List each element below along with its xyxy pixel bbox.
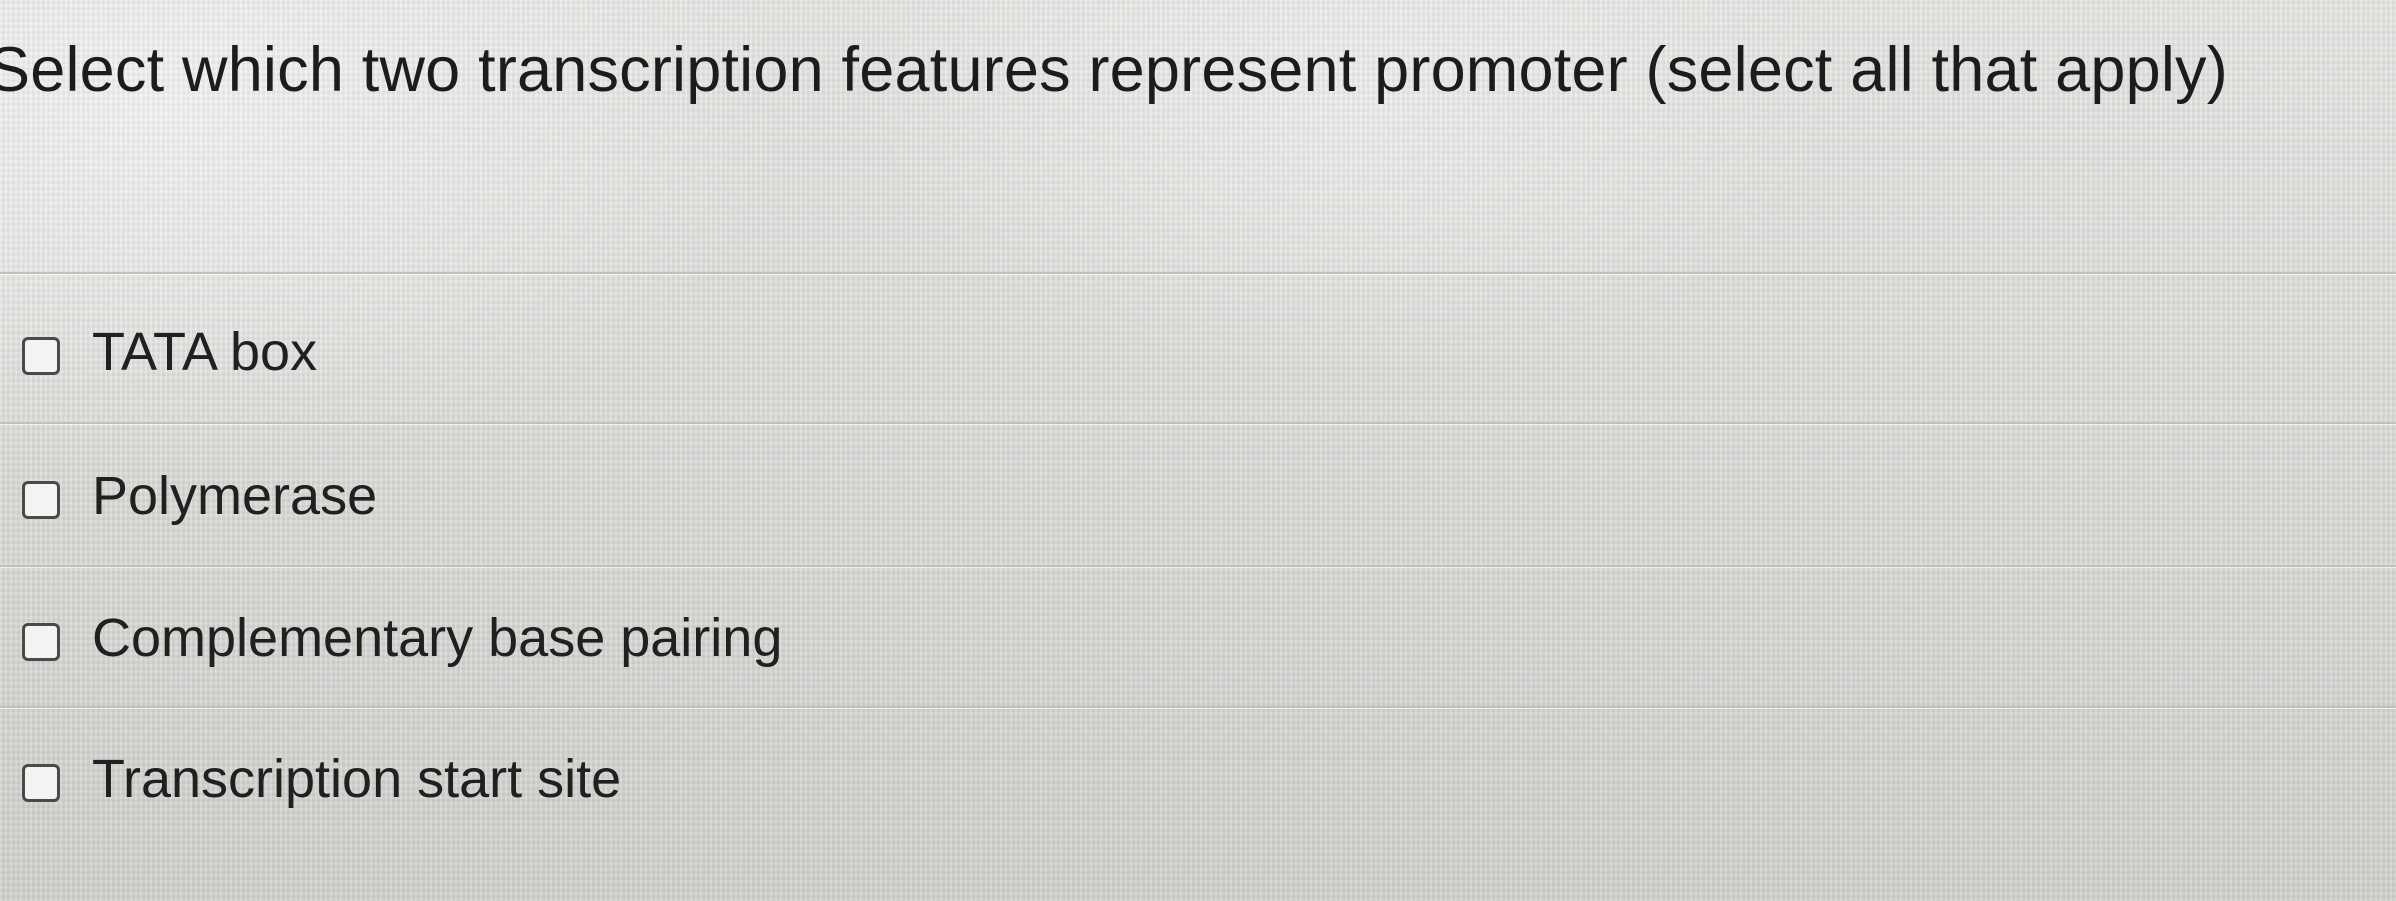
option-transcription-start-site[interactable]: Transcription start site bbox=[0, 711, 2396, 851]
divider bbox=[0, 422, 2396, 424]
question-text: Select which two transcription features … bbox=[0, 35, 2228, 105]
option-label: Complementary base pairing bbox=[92, 608, 783, 668]
checkbox[interactable] bbox=[22, 623, 60, 661]
divider bbox=[0, 565, 2396, 567]
option-tata-box[interactable]: TATA box bbox=[0, 285, 2396, 425]
option-label: Transcription start site bbox=[92, 749, 622, 809]
option-label: TATA box bbox=[92, 322, 318, 382]
option-complementary-base-pairing[interactable]: Complementary base pairing bbox=[0, 570, 2396, 710]
option-label: Polymerase bbox=[92, 466, 378, 526]
divider bbox=[0, 706, 2396, 708]
option-polymerase[interactable]: Polymerase bbox=[0, 428, 2396, 568]
checkbox[interactable] bbox=[22, 481, 60, 519]
checkbox[interactable] bbox=[22, 337, 60, 375]
divider bbox=[0, 272, 2396, 274]
checkbox[interactable] bbox=[22, 764, 60, 802]
